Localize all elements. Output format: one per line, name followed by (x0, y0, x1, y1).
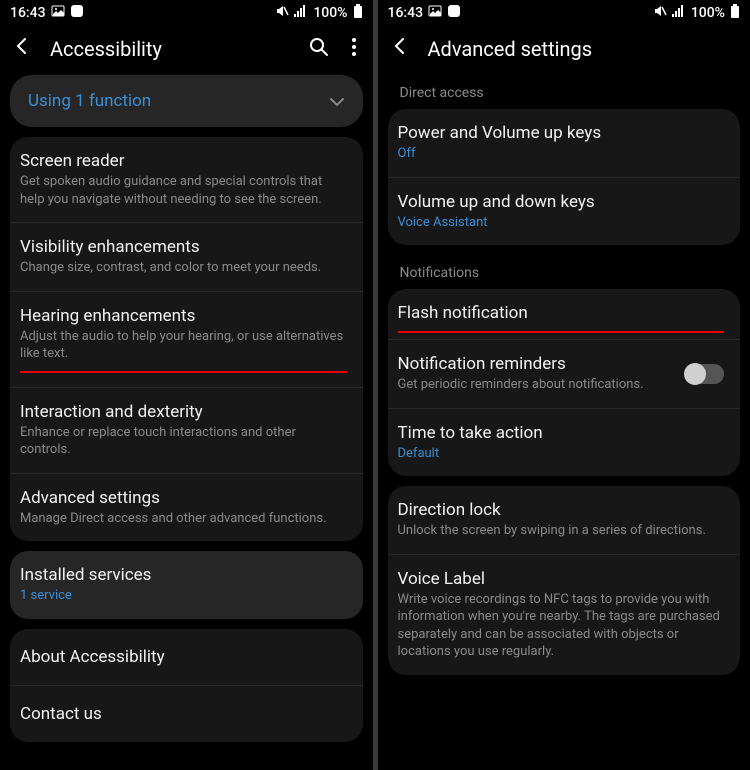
highlight-underline (20, 371, 347, 373)
battery-icon (353, 4, 363, 22)
back-icon[interactable] (12, 36, 32, 61)
misc-card: Direction lock Unlock the screen by swip… (388, 486, 741, 675)
item-about[interactable]: About Accessibility (10, 629, 363, 686)
installed-card: Installed services 1 service (10, 551, 363, 619)
item-title: Power and Volume up keys (398, 123, 725, 143)
mute-icon (653, 4, 667, 22)
banner-text: Using 1 function (28, 91, 151, 111)
item-installed[interactable]: Installed services 1 service (10, 551, 363, 619)
functions-banner[interactable]: Using 1 function (10, 75, 363, 127)
item-visibility[interactable]: Visibility enhancements Change size, con… (10, 223, 363, 292)
item-title: Installed services (20, 565, 347, 585)
item-direction-lock[interactable]: Direction lock Unlock the screen by swip… (388, 486, 741, 555)
settings-card: Screen reader Get spoken audio guidance … (10, 137, 363, 541)
item-sub: Enhance or replace touch interactions an… (20, 424, 347, 459)
item-contact[interactable]: Contact us (10, 686, 363, 742)
header-actions (309, 37, 361, 61)
highlight-underline (398, 331, 725, 333)
item-sub: Unlock the screen by swiping in a series… (398, 522, 725, 540)
item-sub: Write voice recordings to NFC tags to pr… (398, 591, 725, 661)
item-voice-label[interactable]: Voice Label Write voice recordings to NF… (388, 555, 741, 675)
page-title: Advanced settings (428, 37, 739, 61)
chevron-down-icon (329, 92, 345, 111)
toggle-knob (684, 363, 706, 385)
item-flash-notification[interactable]: Flash notification (388, 289, 741, 340)
item-title: Volume up and down keys (398, 192, 725, 212)
item-interaction[interactable]: Interaction and dexterity Enhance or rep… (10, 388, 363, 474)
info-card: About Accessibility Contact us (10, 629, 363, 742)
status-bar: 16:43 100% (0, 0, 373, 26)
item-title: Screen reader (20, 151, 347, 171)
item-screen-reader[interactable]: Screen reader Get spoken audio guidance … (10, 137, 363, 223)
item-sub: Change size, contrast, and color to meet… (20, 259, 347, 277)
header: Advanced settings (378, 26, 750, 75)
toggle-reminders[interactable] (686, 364, 724, 384)
item-sub: Default (398, 445, 725, 463)
battery-percent: 100% (313, 5, 347, 21)
item-sub: Adjust the audio to help your hearing, o… (20, 328, 347, 363)
status-left: 16:43 (10, 4, 84, 22)
item-sub: Manage Direct access and other advanced … (20, 510, 347, 528)
item-title: Interaction and dexterity (20, 402, 347, 422)
item-sub: Get periodic reminders about notificatio… (398, 376, 677, 394)
direct-access-card: Power and Volume up keys Off Volume up a… (388, 109, 741, 245)
picture-icon (428, 4, 442, 22)
item-notification-reminders[interactable]: Notification reminders Get periodic remi… (388, 340, 741, 409)
item-title: Visibility enhancements (20, 237, 347, 257)
search-icon[interactable] (309, 37, 329, 61)
app-icon (70, 4, 84, 22)
notifications-card: Flash notification Notification reminder… (388, 289, 741, 476)
item-title: Time to take action (398, 423, 725, 443)
more-icon[interactable] (351, 37, 357, 61)
item-title: Flash notification (398, 303, 725, 323)
item-title: Direction lock (398, 500, 725, 520)
item-title: Hearing enhancements (20, 306, 347, 326)
page-title: Accessibility (50, 37, 291, 61)
picture-icon (51, 4, 65, 22)
item-advanced[interactable]: Advanced settings Manage Direct access a… (10, 474, 363, 542)
status-time: 16:43 (10, 5, 46, 21)
mute-icon (275, 4, 289, 22)
section-notifications: Notifications (388, 255, 741, 289)
header: Accessibility (0, 26, 373, 75)
status-left: 16:43 (388, 4, 462, 22)
status-time: 16:43 (388, 5, 424, 21)
item-title: Notification reminders (398, 354, 677, 374)
item-sub: Voice Assistant (398, 214, 725, 232)
phone-left: 16:43 100% Accessibility (0, 0, 373, 770)
app-icon (447, 4, 461, 22)
signal-icon (294, 5, 308, 21)
content-right: Direct access Power and Volume up keys O… (378, 75, 750, 770)
item-power-volume[interactable]: Power and Volume up keys Off (388, 109, 741, 178)
battery-percent: 100% (691, 5, 725, 21)
item-sub: Off (398, 145, 725, 163)
item-title: About Accessibility (20, 647, 347, 667)
status-right: 100% (275, 4, 362, 22)
back-icon[interactable] (390, 36, 410, 61)
item-sub: 1 service (20, 587, 347, 605)
item-hearing[interactable]: Hearing enhancements Adjust the audio to… (10, 292, 363, 388)
section-direct-access: Direct access (388, 75, 741, 109)
item-title: Advanced settings (20, 488, 347, 508)
status-right: 100% (653, 4, 740, 22)
phone-right: 16:43 100% Advanced settings (378, 0, 750, 770)
item-volume-keys[interactable]: Volume up and down keys Voice Assistant (388, 178, 741, 246)
item-sub: Get spoken audio guidance and special co… (20, 173, 347, 208)
content-left: Using 1 function Screen reader Get spoke… (0, 75, 373, 770)
signal-icon (672, 5, 686, 21)
item-time-to-action[interactable]: Time to take action Default (388, 409, 741, 477)
item-title: Voice Label (398, 569, 725, 589)
battery-icon (730, 4, 740, 22)
item-title: Contact us (20, 704, 347, 724)
status-bar: 16:43 100% (378, 0, 750, 26)
